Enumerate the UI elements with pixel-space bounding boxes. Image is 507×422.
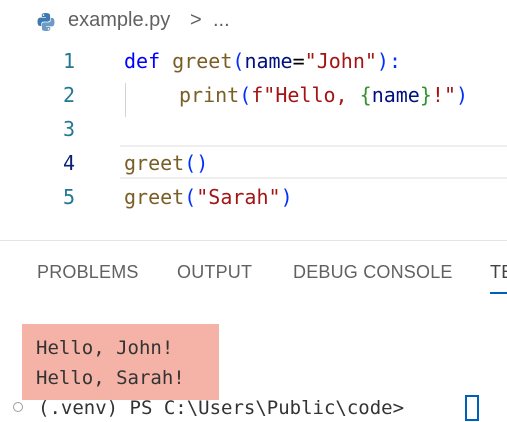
terminal-output-line: Hello, John! xyxy=(36,337,174,359)
tab-problems[interactable]: PROBLEMS xyxy=(37,262,139,283)
breadcrumb-more[interactable]: ... xyxy=(213,9,230,32)
code-line-4[interactable]: 4 greet() xyxy=(0,146,507,180)
line-number: 1 xyxy=(62,49,75,73)
active-tab-indicator xyxy=(490,292,507,294)
code-text[interactable]: greet("Sarah") xyxy=(124,180,293,214)
line-number: 2 xyxy=(62,83,75,107)
python-file-icon xyxy=(37,13,55,31)
terminal[interactable]: Hello, John! Hello, Sarah! (.venv) PS C:… xyxy=(0,320,507,421)
breadcrumb-file-name[interactable]: example.py xyxy=(68,9,170,32)
code-text[interactable]: greet() xyxy=(124,146,208,180)
line-number: 3 xyxy=(62,117,75,141)
code-text[interactable]: print(f"Hello, {name}!") xyxy=(179,78,468,112)
line-number: 4 xyxy=(62,151,75,175)
code-line-5[interactable]: 5 greet("Sarah") xyxy=(0,180,507,214)
terminal-output-line: Hello, Sarah! xyxy=(36,367,185,389)
code-line-3[interactable]: 3 xyxy=(0,112,507,146)
tab-debug-console[interactable]: DEBUG CONSOLE xyxy=(293,262,453,283)
code-line-1[interactable]: 1 def greet(name="John"): xyxy=(0,44,507,78)
code-line-2[interactable]: 2 print(f"Hello, {name}!") xyxy=(0,78,507,112)
code-text[interactable]: def greet(name="John"): xyxy=(124,44,401,78)
tab-terminal[interactable]: TE xyxy=(490,262,507,283)
panel-divider xyxy=(0,240,507,241)
line-number: 5 xyxy=(62,185,75,209)
breadcrumb: example.py > ... xyxy=(0,0,507,40)
circle-status-icon xyxy=(13,402,23,412)
terminal-cursor[interactable] xyxy=(465,395,479,421)
terminal-prompt: (.venv) PS C:\Users\Public\code> xyxy=(38,397,405,419)
tab-output[interactable]: OUTPUT xyxy=(177,262,252,283)
code-editor[interactable]: 1 def greet(name="John"): 2 print(f"Hell… xyxy=(0,42,507,220)
panel-tab-bar: PROBLEMS OUTPUT DEBUG CONSOLE TE xyxy=(0,250,507,296)
chevron-right-icon: > xyxy=(190,9,202,31)
